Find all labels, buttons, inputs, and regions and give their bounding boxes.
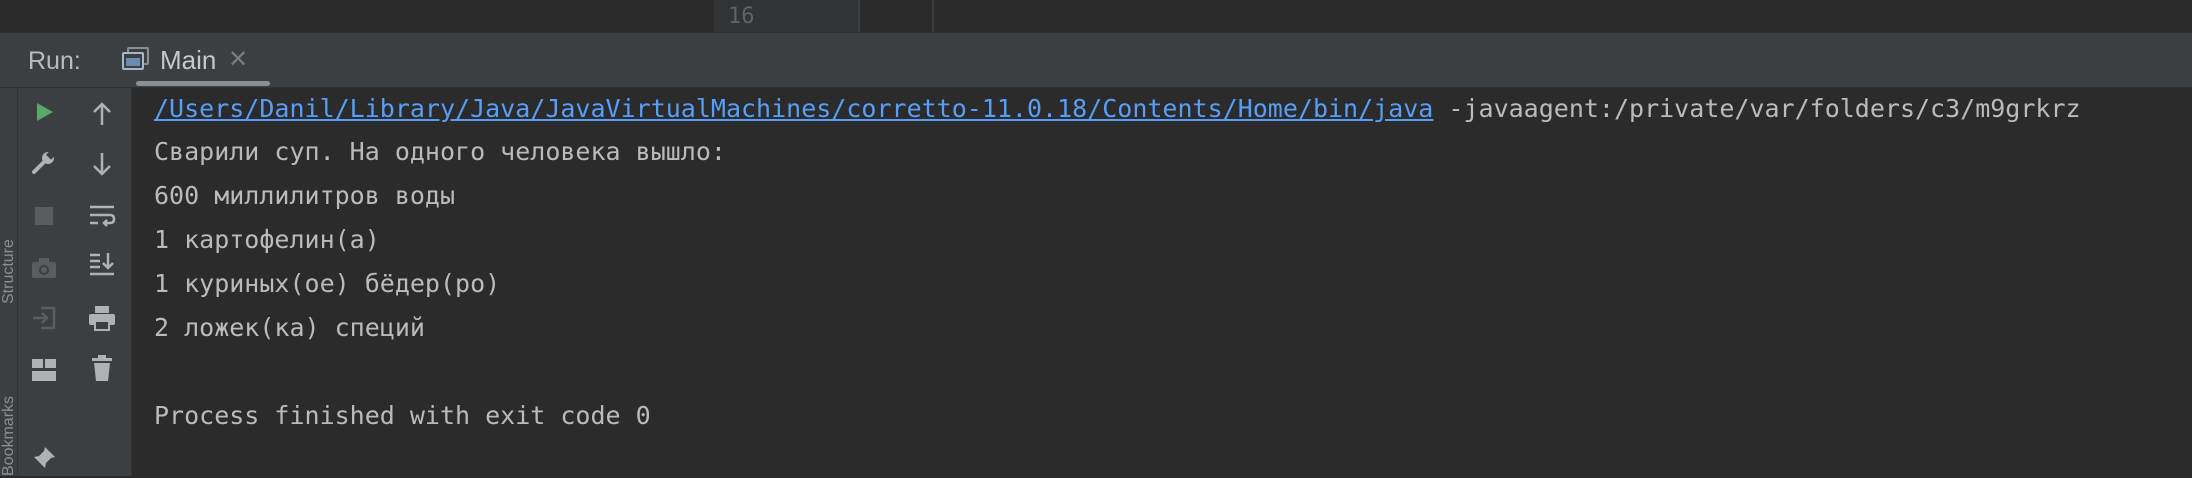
console-line: 600 миллилитров воды	[154, 181, 456, 210]
scroll-to-end-icon	[88, 251, 116, 282]
run-toolbar-secondary	[72, 88, 132, 476]
editor-area: 16	[0, 0, 2192, 32]
tab-main-label: Main	[160, 45, 217, 75]
print-icon	[88, 305, 116, 336]
console-line: Сварили суп. На одного человека вышло:	[154, 137, 726, 166]
rerun-button[interactable]	[26, 96, 62, 132]
command-line: /Users/Danil/Library/Java/JavaVirtualMac…	[154, 94, 2081, 124]
editor-separator	[932, 0, 934, 32]
run-toolbar-primary	[18, 88, 72, 476]
up-stack-frame-button[interactable]	[84, 98, 120, 134]
restore-layout-button[interactable]	[26, 354, 62, 390]
trash-icon	[90, 354, 114, 387]
tab-close-icon[interactable]: ✕	[228, 45, 248, 74]
pin-icon	[31, 445, 57, 476]
edit-configuration-button[interactable]	[26, 146, 62, 182]
run-label: Run:	[28, 47, 81, 75]
soft-wrap-button[interactable]	[84, 200, 120, 236]
arrow-up-icon	[90, 101, 114, 132]
exit-button[interactable]	[26, 302, 62, 338]
down-stack-frame-button[interactable]	[84, 148, 120, 184]
exit-status-line: Process finished with exit code 0	[154, 401, 651, 430]
tab-main[interactable]: Main ✕	[96, 33, 272, 88]
dump-threads-button[interactable]	[26, 252, 62, 288]
wrench-icon	[31, 149, 57, 180]
run-icon	[32, 100, 56, 129]
structure-side-tab[interactable]: Structure	[0, 184, 18, 304]
camera-icon	[31, 257, 57, 284]
layout-icon	[31, 358, 57, 387]
console-window-icon	[122, 47, 150, 71]
login-icon	[31, 305, 57, 336]
active-tab-indicator	[136, 81, 270, 86]
bookmarks-side-tab[interactable]: Bookmarks	[0, 356, 18, 476]
side-tool-strip: Structure Bookmarks	[0, 88, 18, 476]
arrow-down-icon	[90, 151, 114, 182]
stop-icon	[33, 205, 55, 232]
print-button[interactable]	[84, 302, 120, 338]
console-line: 1 куриных(ое) бёдер(ро)	[154, 269, 501, 298]
console-line: 2 ложек(ка) специй	[154, 313, 425, 342]
pin-tab-button[interactable]	[26, 442, 62, 478]
clear-all-button[interactable]	[84, 352, 120, 388]
stop-button[interactable]	[26, 200, 62, 236]
run-tool-window-header: Run: Main ✕	[0, 32, 2192, 88]
console-line: 1 картофелин(а)	[154, 225, 380, 254]
console-output[interactable]: /Users/Danil/Library/Java/JavaVirtualMac…	[132, 88, 2192, 476]
soft-wrap-icon	[88, 203, 116, 234]
command-args: -javaagent:/private/var/folders/c3/m9grk…	[1433, 94, 2081, 123]
scroll-to-end-button[interactable]	[84, 248, 120, 284]
java-executable-link[interactable]: /Users/Danil/Library/Java/JavaVirtualMac…	[154, 94, 1433, 123]
line-number: 16	[728, 4, 755, 29]
